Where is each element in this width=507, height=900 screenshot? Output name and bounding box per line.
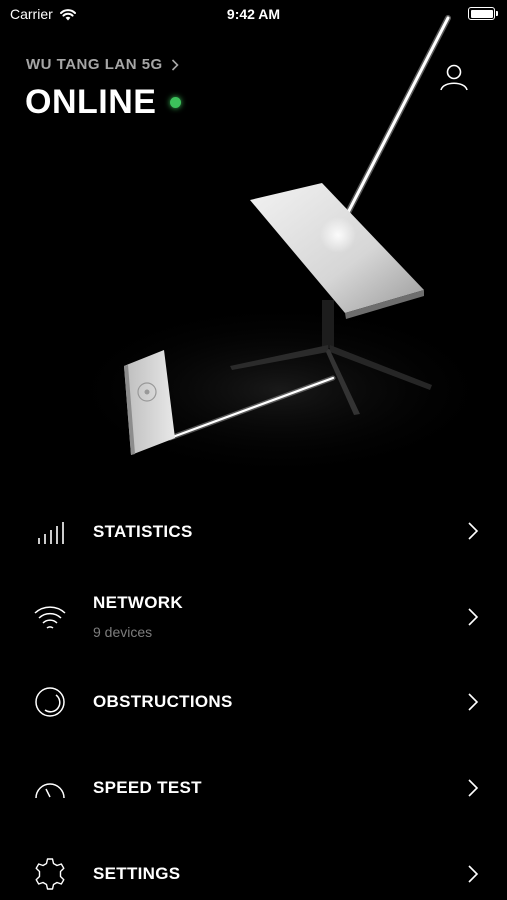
menu-item-network[interactable]: NETWORK 9 devices [0, 568, 507, 664]
menu-label-settings: SETTINGS [93, 864, 181, 883]
chevron-right-icon [468, 608, 479, 626]
chevron-right-icon [468, 693, 479, 711]
chevron-right-icon [468, 779, 479, 797]
chevron-right-icon [468, 865, 479, 883]
status-bar: Carrier 9:42 AM [0, 0, 507, 30]
menu-label-network: NETWORK [93, 593, 183, 612]
dish [250, 183, 424, 319]
network-device-count: 9 devices [93, 624, 153, 640]
wifi-icon [34, 606, 66, 629]
starlink-hero-illustration [60, 15, 500, 480]
profile-icon[interactable] [439, 62, 469, 92]
clock: 9:42 AM [226, 6, 281, 22]
network-name-link[interactable]: WU TANG LAN 5G [26, 56, 179, 73]
bar-chart-icon [38, 522, 64, 544]
status-indicator-dot [170, 97, 182, 108]
network-name: WU TANG LAN 5G [26, 56, 163, 73]
chevron-right-icon [468, 522, 479, 540]
router [124, 350, 175, 455]
speedometer-icon [35, 783, 65, 799]
menu-item-statistics[interactable]: STATISTICS [0, 488, 507, 572]
menu-item-obstructions[interactable]: OBSTRUCTIONS [0, 664, 507, 748]
menu-label-statistics: STATISTICS [93, 522, 193, 541]
menu-label-speed-test: SPEED TEST [93, 778, 202, 797]
gear-icon [35, 858, 65, 890]
status-label: ONLINE [25, 83, 157, 121]
menu-item-settings[interactable]: SETTINGS [0, 836, 507, 900]
menu-label-obstructions: OBSTRUCTIONS [93, 692, 233, 711]
menu-item-speed-test[interactable]: SPEED TEST [0, 750, 507, 834]
chevron-right-icon [171, 58, 179, 71]
battery-icon [468, 7, 498, 20]
connection-status: ONLINE [25, 83, 182, 122]
obstruction-icon [35, 687, 65, 717]
